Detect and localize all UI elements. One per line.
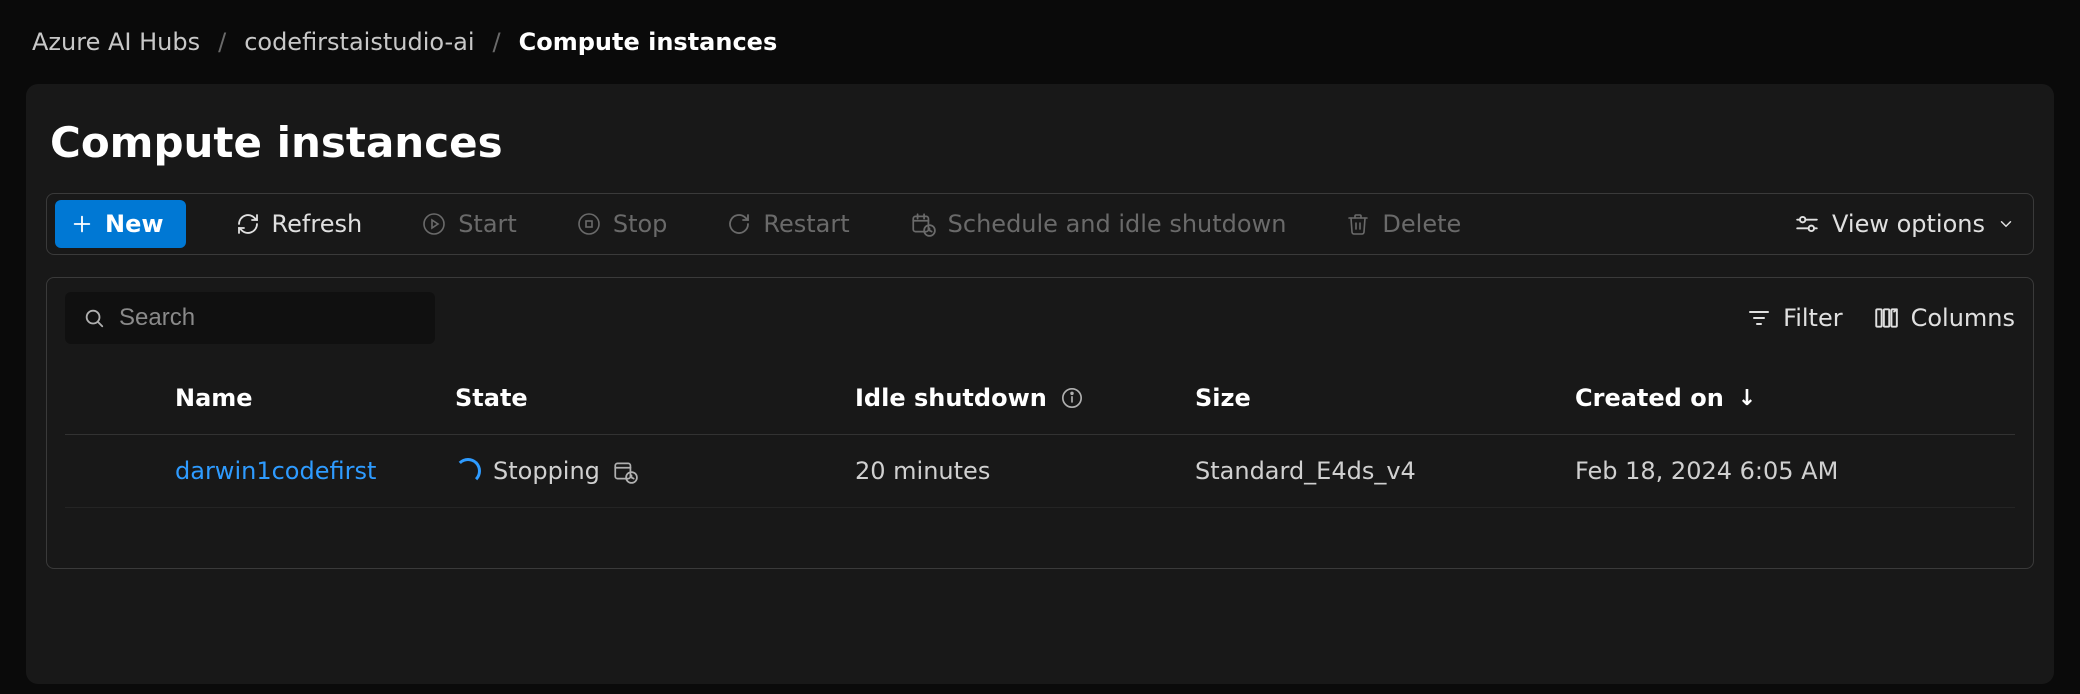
size-value: Standard_E4ds_v4: [1185, 435, 1565, 508]
chevron-down-icon: [1997, 215, 2015, 233]
header-idle-label: Idle shutdown: [855, 384, 1047, 412]
instance-name-link[interactable]: darwin1codefirst: [175, 457, 376, 485]
filter-icon: [1747, 306, 1771, 330]
breadcrumb-current: Compute instances: [519, 28, 778, 56]
breadcrumb-separator: /: [493, 28, 501, 56]
play-icon: [422, 212, 446, 236]
header-size[interactable]: Size: [1185, 362, 1565, 435]
toolbar: New Refresh Start Stop Restart: [46, 193, 2034, 255]
start-label: Start: [458, 210, 517, 238]
header-name[interactable]: Name: [65, 362, 445, 435]
breadcrumb-item-studio[interactable]: codefirstaistudio-ai: [244, 28, 474, 56]
breadcrumb-separator: /: [218, 28, 226, 56]
plus-icon: [71, 213, 93, 235]
new-label: New: [105, 210, 164, 238]
new-button[interactable]: New: [55, 200, 186, 248]
delete-label: Delete: [1382, 210, 1461, 238]
filter-button[interactable]: Filter: [1747, 304, 1842, 332]
restart-label: Restart: [763, 210, 849, 238]
search-input[interactable]: [119, 304, 429, 332]
start-button[interactable]: Start: [412, 204, 527, 244]
view-options-button[interactable]: View options: [1784, 204, 2025, 244]
sliders-icon: [1794, 211, 1820, 237]
calendar-clock-icon: [910, 211, 936, 237]
compute-table: Name State Idle shutdown Size Cre: [65, 362, 2015, 508]
view-options-label: View options: [1832, 210, 1985, 238]
header-state[interactable]: State: [445, 362, 845, 435]
schedule-label: Schedule and idle shutdown: [948, 210, 1287, 238]
filter-label: Filter: [1783, 304, 1842, 332]
columns-icon: [1873, 305, 1899, 331]
main-panel: Compute instances New Refresh Start St: [26, 84, 2054, 684]
refresh-icon: [236, 212, 260, 236]
table-row[interactable]: darwin1codefirst Stopping 20 minutes Sta…: [65, 435, 2015, 508]
columns-button[interactable]: Columns: [1873, 304, 2015, 332]
schedule-button[interactable]: Schedule and idle shutdown: [900, 204, 1297, 244]
state-text: Stopping: [493, 457, 600, 485]
refresh-button[interactable]: Refresh: [226, 204, 373, 244]
restart-icon: [727, 212, 751, 236]
loading-spinner-icon: [455, 458, 481, 484]
search-box[interactable]: [65, 292, 435, 344]
table-container: Filter Columns Name State Idle shutdown: [46, 277, 2034, 569]
info-icon[interactable]: [1061, 387, 1083, 409]
refresh-label: Refresh: [272, 210, 363, 238]
created-value: Feb 18, 2024 6:05 AM: [1565, 435, 2015, 508]
stop-icon: [577, 212, 601, 236]
stop-button[interactable]: Stop: [567, 204, 678, 244]
header-created[interactable]: Created on ↓: [1565, 362, 2015, 435]
header-created-label: Created on: [1575, 384, 1724, 412]
page-title: Compute instances: [50, 118, 2034, 167]
breadcrumb-item-root[interactable]: Azure AI Hubs: [32, 28, 200, 56]
stop-label: Stop: [613, 210, 668, 238]
search-icon: [83, 307, 105, 329]
table-controls: Filter Columns: [65, 292, 2015, 344]
idle-value: 20 minutes: [845, 435, 1185, 508]
trash-icon: [1346, 212, 1370, 236]
sort-descending-icon: ↓: [1738, 386, 1756, 411]
columns-label: Columns: [1911, 304, 2015, 332]
breadcrumb: Azure AI Hubs / codefirstaistudio-ai / C…: [0, 0, 2080, 78]
header-idle[interactable]: Idle shutdown: [845, 362, 1185, 435]
restart-button[interactable]: Restart: [717, 204, 859, 244]
schedule-indicator-icon: [612, 458, 638, 484]
delete-button[interactable]: Delete: [1336, 204, 1471, 244]
